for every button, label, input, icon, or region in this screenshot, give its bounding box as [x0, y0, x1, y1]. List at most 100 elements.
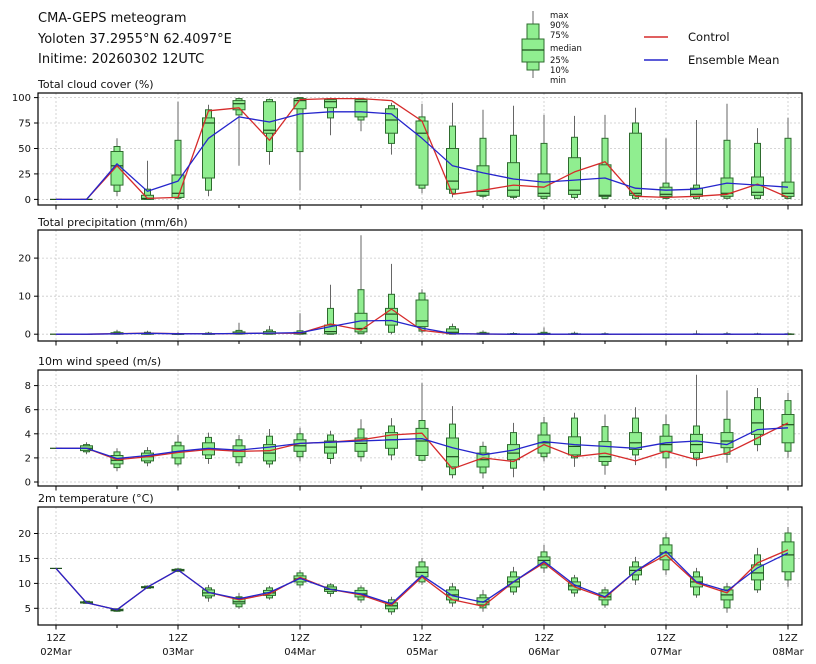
x-tick-date-label: 08Mar — [772, 647, 804, 658]
box-plot — [263, 98, 276, 165]
legend-label-min: min — [550, 76, 566, 86]
legend-label-median: median — [550, 44, 582, 54]
y-tick-label: 50 — [18, 144, 31, 155]
box-25-75 — [385, 307, 398, 326]
y-tick-label: 8 — [25, 381, 31, 392]
y-tick-label: 0 — [25, 330, 31, 341]
panel-title: 2m temperature (°C) — [38, 492, 154, 505]
y-tick-label: 0 — [25, 195, 31, 206]
box-plot — [354, 235, 368, 335]
box-plot — [690, 374, 703, 467]
box-25-75 — [598, 164, 612, 197]
box-plot — [202, 104, 215, 197]
figure-location: Yoloten 37.2955°N 62.4097°E — [37, 32, 232, 47]
plot-panels: 0255075100Total cloud cover (%)01020Tota… — [12, 78, 805, 658]
box-plot — [324, 430, 337, 464]
box-plot — [690, 120, 703, 200]
x-tick-date-label: 03Mar — [162, 647, 194, 658]
y-tick-label: 20 — [18, 254, 31, 265]
x-tick-date-label: 06Mar — [528, 647, 560, 658]
x-tick-hour-label: 12Z — [168, 633, 188, 644]
box-plot — [537, 416, 551, 462]
legend-label-max: max — [550, 11, 569, 21]
box-25-75 — [415, 299, 429, 328]
y-tick-label: 5 — [25, 604, 31, 615]
y-tick-label: 10 — [18, 579, 31, 590]
y-tick-label: 2 — [25, 453, 31, 464]
y-tick-label: 15 — [18, 554, 31, 565]
box-25-75 — [385, 108, 398, 134]
figure-header: CMA-GEPS meteogram Yoloten 37.2955°N 62.… — [37, 11, 232, 67]
y-tick-label: 100 — [12, 93, 31, 104]
x-tick-hour-label: 12Z — [778, 633, 798, 644]
box-plot — [446, 582, 459, 607]
box-25-75 — [751, 409, 764, 435]
box-plot — [354, 97, 368, 132]
x-tick-hour-label: 12Z — [656, 633, 676, 644]
box-plot — [415, 103, 429, 194]
box-plot — [629, 407, 642, 466]
box-plot — [781, 527, 795, 587]
ensemble-legend-label: Ensemble Mean — [688, 53, 779, 67]
figure-title: CMA-GEPS meteogram — [38, 11, 187, 26]
box-plot — [324, 97, 337, 136]
box-25-75 — [690, 433, 703, 453]
box-25-75 — [598, 441, 612, 463]
2m-temperature-panel: 5 10 15 20 2m temperature (°C) — [18, 492, 803, 630]
box-plot — [537, 544, 551, 573]
y-tick-label: 10 — [18, 292, 31, 303]
panel-title: 10m wind speed (m/s) — [38, 355, 161, 368]
y-tick-label: 20 — [18, 529, 31, 540]
box-25-75 — [781, 541, 795, 573]
legend-label-10: 10% — [550, 66, 569, 76]
box-25-75 — [415, 427, 429, 456]
box-legend: max 90% 75% median 25% 10% min — [521, 11, 582, 86]
10m-wind-speed-panel: 0 2 4 6 8 10m wind speed (m/s) — [25, 355, 803, 491]
box-25-75 — [781, 181, 795, 197]
box-25-75 — [629, 132, 642, 196]
box-plot — [385, 263, 398, 335]
x-tick-hour-label: 12Z — [290, 633, 310, 644]
panel-title: Total precipitation (mm/6h) — [37, 216, 188, 229]
total-precipitation-panel: 0 10 20 Total precipitation (mm/6h) — [18, 216, 803, 346]
legend-label-25: 25% — [550, 56, 569, 66]
control-legend-label: Control — [688, 30, 730, 44]
box-plot — [751, 128, 764, 200]
x-tick-hour-label: 12Z — [534, 633, 554, 644]
x-tick-date-label: 05Mar — [406, 647, 438, 658]
box-plot — [232, 322, 246, 335]
total-cloud-cover-panel: 0 25 50 75 100 Total cloud cover (%) — [12, 78, 803, 210]
y-tick-label: 4 — [25, 429, 31, 440]
figure-inittime: Initime: 20260302 12UTC — [38, 52, 204, 67]
box-plot — [598, 114, 612, 200]
box-25-75 — [446, 437, 459, 468]
legend-label-90: 90% — [550, 21, 569, 31]
box-plot — [568, 412, 581, 467]
box-25-75 — [507, 444, 520, 461]
box-plot — [263, 429, 276, 468]
box-plot — [659, 414, 673, 469]
box-25-75 — [202, 117, 215, 179]
box-25-75 — [263, 101, 276, 134]
panel-title: Total cloud cover (%) — [37, 78, 154, 91]
box-plot — [507, 566, 520, 595]
box-plot — [537, 327, 551, 335]
box-plot — [293, 97, 307, 191]
y-tick-label: 75 — [18, 119, 31, 130]
x-tick-hour-label: 12Z — [46, 633, 66, 644]
box-plot — [568, 115, 581, 200]
line-legend: Control Ensemble Mean — [644, 30, 779, 67]
x-tick-date-label: 02Mar — [40, 647, 72, 658]
box-plot — [629, 107, 642, 200]
legend-label-75: 75% — [550, 31, 569, 41]
box-plot — [232, 592, 246, 609]
box-plot — [415, 383, 429, 462]
box-plot — [720, 103, 734, 200]
box-25-75 — [324, 99, 337, 109]
box-plot — [293, 313, 307, 335]
box-plot — [598, 414, 612, 475]
x-tick-date-label: 04Mar — [284, 647, 316, 658]
box-25-75 — [568, 157, 581, 195]
meteogram-chart: CMA-GEPS meteogram Yoloten 37.2955°N 62.… — [12, 11, 805, 658]
box-25-75 — [659, 186, 673, 197]
